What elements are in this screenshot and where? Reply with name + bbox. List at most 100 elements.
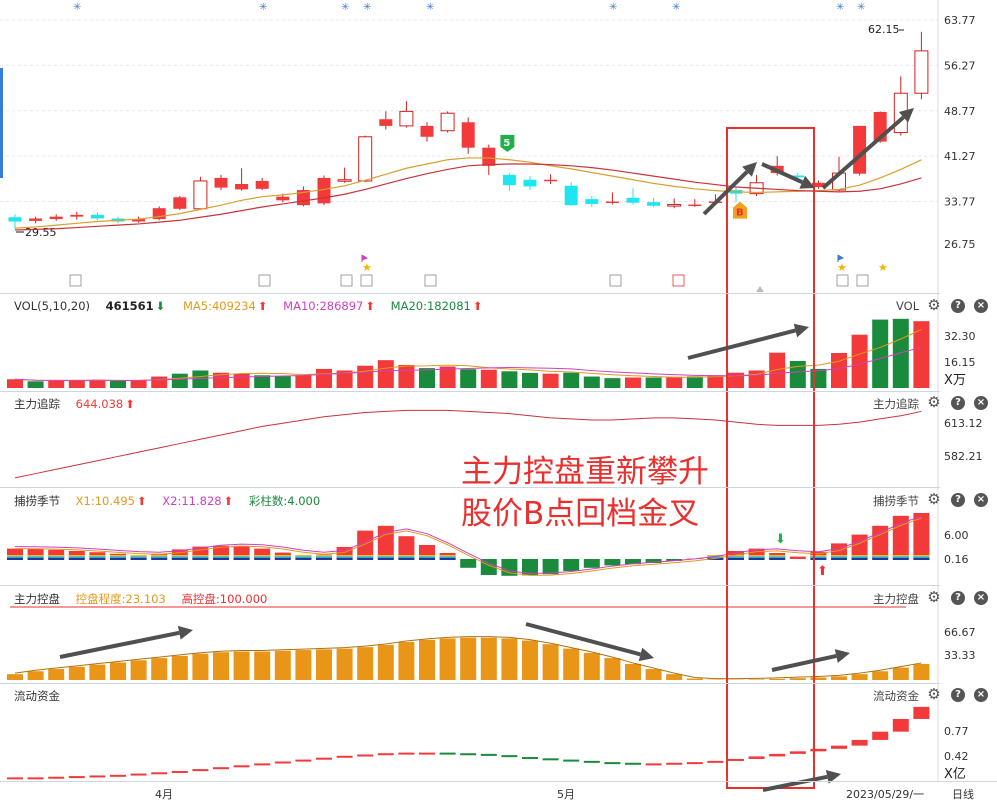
event-badge-icon — [258, 274, 271, 287]
period-button[interactable]: 日线 — [952, 786, 974, 802]
season-stripe — [316, 558, 332, 560]
control-bar — [831, 676, 847, 680]
season-stripe — [89, 558, 106, 560]
ma-line-layer — [14, 157, 922, 231]
control-bar — [625, 663, 641, 680]
control-bar — [563, 648, 580, 680]
pane-separator — [0, 781, 997, 782]
close-icon[interactable]: × — [974, 299, 988, 313]
pane-separator — [0, 293, 940, 294]
season-stripe — [419, 556, 435, 558]
season-stripe — [192, 558, 209, 560]
vol-title: VOL(5,10,20) — [14, 299, 90, 313]
volume-bar — [563, 372, 580, 388]
control-right-label: 主力控盘 — [873, 592, 919, 606]
help-icon[interactable]: ? — [951, 396, 965, 410]
volume-layer: 32.30 16.15 X万 — [7, 318, 976, 388]
season-stripe — [769, 555, 786, 557]
event-star-icon: ✳ — [836, 2, 844, 13]
season-stripe — [377, 556, 394, 558]
season-stripe — [233, 558, 250, 560]
season-stripe — [357, 556, 374, 558]
flow-bar — [563, 759, 580, 762]
volume-bar — [810, 368, 827, 388]
help-icon[interactable]: ? — [951, 591, 965, 605]
season-stripe — [171, 558, 188, 560]
season-stripe — [872, 555, 889, 557]
season-stripe — [377, 555, 394, 557]
volume-bar — [686, 376, 703, 388]
flow-bar — [27, 777, 44, 780]
up-arrow-icon: ⬆ — [257, 299, 268, 313]
flow-bar — [439, 752, 456, 755]
caret-icon — [756, 286, 764, 292]
close-icon[interactable]: × — [974, 493, 988, 507]
close-icon[interactable]: × — [974, 396, 988, 410]
flow-bar — [872, 731, 889, 740]
flow-bar — [398, 752, 415, 755]
gear-icon[interactable]: ⚙ — [927, 492, 941, 507]
y-tick-label: 56.27 — [944, 59, 976, 72]
event-badge-icon — [672, 274, 685, 287]
season-stripe — [171, 555, 188, 557]
candle-body — [214, 177, 228, 188]
candle-body — [90, 214, 104, 219]
season-stripe — [357, 558, 374, 560]
candle-body — [523, 179, 537, 187]
volume-bar — [604, 378, 621, 388]
control-bar — [748, 679, 765, 680]
gear-icon[interactable]: ⚙ — [927, 298, 941, 313]
event-star-icon: ✳ — [363, 2, 371, 13]
control-bar — [439, 638, 456, 680]
low-price-label: 29.55 — [25, 226, 57, 239]
month-label-may: 5月 — [557, 788, 575, 801]
control-high: 高控盘:100.000 — [181, 592, 268, 606]
highlight-box — [726, 127, 815, 789]
close-icon[interactable]: × — [974, 688, 988, 702]
candle-body — [626, 197, 640, 203]
season-stripe — [110, 555, 126, 557]
control-bar — [522, 640, 538, 680]
gear-icon[interactable]: ⚙ — [927, 590, 941, 605]
volume-bar — [130, 380, 147, 388]
season-right-label: 捕捞季节 — [873, 494, 919, 508]
season-stripe — [728, 558, 744, 560]
vol-y-tick: 16.15 — [944, 356, 976, 369]
volume-bar — [851, 334, 868, 388]
volume-bar — [274, 375, 291, 388]
close-icon[interactable]: × — [974, 591, 988, 605]
season-stripe — [439, 558, 456, 560]
control-bar — [233, 651, 250, 680]
help-icon[interactable]: ? — [951, 299, 965, 313]
star-icon: ★ — [837, 261, 847, 274]
volume-bar — [913, 321, 930, 388]
up-arrow-icon: ⬆ — [817, 564, 828, 579]
volume-bar — [357, 365, 374, 388]
gear-icon[interactable]: ⚙ — [927, 687, 941, 702]
control-bar — [480, 637, 497, 680]
season-y-tick: 6.00 — [944, 529, 969, 542]
season-bar — [460, 559, 477, 568]
season-stripe — [151, 558, 168, 560]
event-badge-icon — [424, 274, 437, 287]
flow-bar — [213, 767, 229, 770]
overlay-layer — [59, 108, 914, 792]
control-bar — [789, 678, 806, 680]
season-stripe — [151, 556, 168, 558]
help-icon[interactable]: ? — [951, 688, 965, 702]
flow-bar — [110, 774, 126, 777]
flow-bar — [831, 745, 847, 749]
volume-bar — [110, 381, 126, 388]
control-arrow-rise-head — [834, 649, 850, 663]
volume-bar — [233, 374, 250, 388]
flow-bar — [336, 755, 353, 758]
season-stripe — [254, 555, 271, 557]
flow-bar — [728, 758, 744, 761]
control-bar — [810, 677, 827, 680]
gear-icon[interactable]: ⚙ — [927, 395, 941, 410]
control-arrow-down-head — [638, 647, 654, 662]
candle-body — [235, 183, 249, 190]
volume-bar — [89, 379, 106, 388]
help-icon[interactable]: ? — [951, 493, 965, 507]
candle-body — [914, 50, 929, 94]
